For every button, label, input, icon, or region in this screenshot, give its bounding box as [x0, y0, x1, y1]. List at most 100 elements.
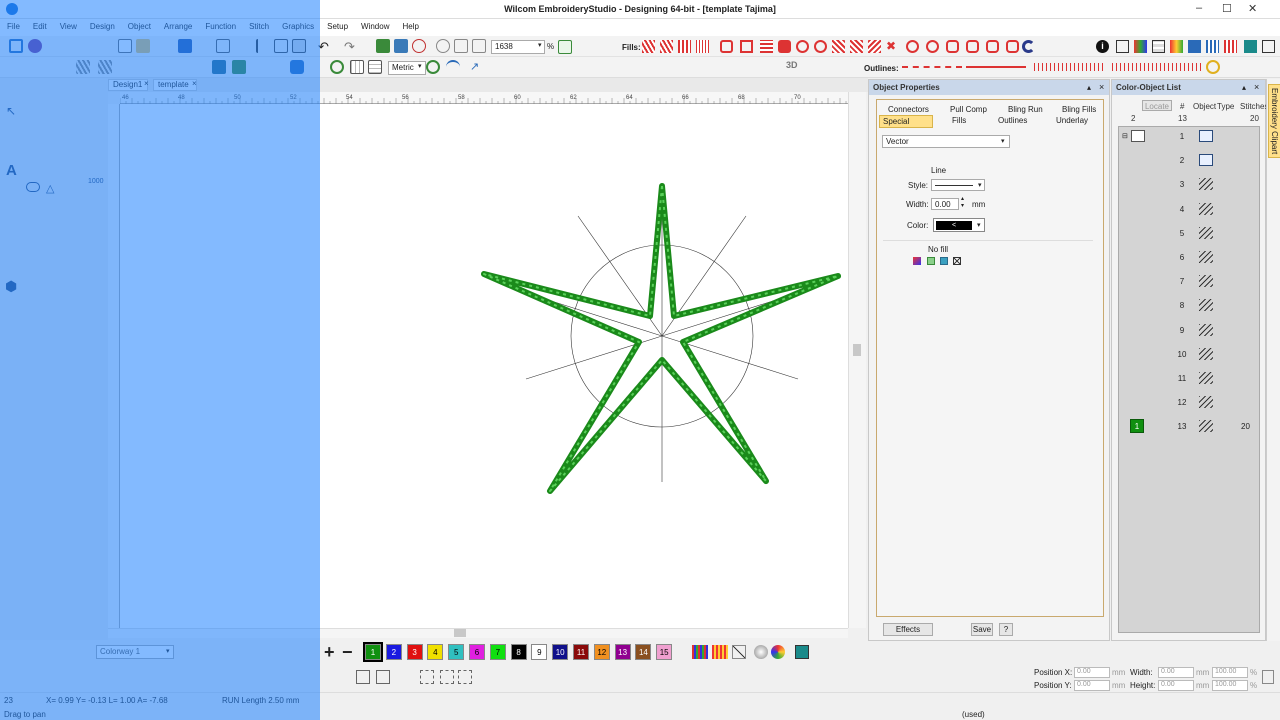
remove-color-icon[interactable]: − — [342, 642, 353, 663]
menu-design[interactable]: Design — [83, 19, 121, 31]
tab-bling-fills[interactable]: Bling Fills — [1059, 104, 1099, 115]
sequence-icon[interactable] — [1170, 40, 1183, 53]
color-swatch-6[interactable]: 6 — [469, 644, 485, 660]
color-wheel-icon[interactable] — [771, 645, 785, 659]
design-canvas[interactable] — [120, 104, 848, 628]
fill-satin-icon[interactable] — [660, 40, 673, 53]
toolbar-more-icon[interactable] — [1262, 40, 1275, 53]
fill-curve-icon[interactable] — [1006, 40, 1019, 53]
color-swatch-14[interactable]: 14 — [635, 644, 652, 660]
object-row-number[interactable]: 7 — [1171, 277, 1193, 286]
menu-help[interactable]: Help — [395, 19, 424, 31]
menu-setup[interactable]: Setup — [320, 19, 354, 31]
outline-more-icon[interactable] — [1206, 60, 1220, 74]
close-tab-template-icon[interactable]: × — [192, 79, 197, 88]
colorway-dropdown-icon[interactable]: ▾ — [166, 647, 170, 655]
thread-chart-icon[interactable] — [1116, 40, 1129, 53]
overview-icon[interactable] — [558, 40, 572, 54]
width-spinner-icon[interactable]: ▴ ▾ — [961, 196, 964, 210]
menu-arrange[interactable]: Arrange — [157, 19, 198, 31]
run-tool-icon[interactable]: 1000 — [88, 178, 104, 185]
space-icon[interactable] — [420, 670, 434, 684]
lock-proportions-icon[interactable] — [1262, 670, 1274, 684]
fill-network-icon[interactable] — [832, 40, 845, 53]
color-object-table[interactable]: ⊟ 1 2 3 4 5 6 7 8 9 10 11 12 13 20 1 — [1118, 126, 1260, 633]
line-style-select[interactable] — [931, 179, 985, 191]
stitch-object-icon[interactable] — [1199, 323, 1213, 336]
menu-edit[interactable]: Edit — [26, 19, 53, 31]
position-x-input[interactable]: 0.00 — [1074, 667, 1110, 678]
hexagon-tool-icon[interactable]: ⬢ — [5, 278, 17, 295]
stitch-object-icon[interactable] — [1199, 299, 1213, 312]
cut-icon[interactable] — [256, 39, 270, 53]
pin-panel-icon[interactable]: ▴ — [1087, 83, 1091, 92]
colorway-select[interactable]: Colorway 1 — [96, 645, 174, 659]
line-color-select[interactable]: < ▾ — [933, 218, 985, 232]
fill-emboss-icon[interactable] — [986, 40, 999, 53]
color-swatch-7[interactable]: 7 — [489, 644, 506, 660]
palette-icon[interactable] — [1134, 40, 1147, 53]
people-icon[interactable] — [1224, 40, 1237, 53]
color-swatch-12[interactable]: 12 — [593, 644, 610, 660]
shirt-icon[interactable] — [290, 60, 304, 74]
line-style-dropdown-icon[interactable]: ▾ — [978, 181, 982, 189]
copy-icon[interactable] — [274, 39, 288, 53]
select-tool-icon[interactable]: ↖ — [6, 104, 16, 118]
stitch-object-icon[interactable] — [1199, 226, 1213, 239]
new-icon[interactable] — [118, 39, 132, 53]
scroll-thumb-horizontal[interactable] — [454, 629, 466, 637]
ungroup-icon[interactable] — [458, 670, 472, 684]
menu-graphics[interactable]: Graphics — [275, 19, 320, 31]
close-panel-icon[interactable]: × — [1099, 82, 1104, 92]
save-button[interactable]: Save — [971, 623, 993, 636]
expand-icon[interactable]: ⊟ — [1122, 132, 1128, 140]
redraw-icon[interactable] — [426, 60, 440, 74]
close-icon[interactable]: ✕ — [1248, 2, 1257, 15]
fill-tatami-icon[interactable] — [642, 40, 655, 53]
bars-icon[interactable] — [1206, 40, 1219, 53]
color-swatch-8[interactable]: 8 — [510, 644, 527, 660]
menu-stitch[interactable]: Stitch — [242, 19, 275, 31]
stitch-object-icon[interactable] — [1199, 251, 1213, 263]
object-row-number[interactable]: 1 — [1171, 132, 1193, 141]
fill-texture-icon[interactable] — [940, 257, 948, 265]
info-icon[interactable]: i — [1096, 40, 1109, 53]
group-thumbnail-icon[interactable] — [1131, 130, 1145, 142]
fill-stipple-icon[interactable] — [868, 40, 881, 53]
triangle-tool-icon[interactable]: △ — [46, 182, 54, 195]
color-swatch-2[interactable]: 2 — [385, 644, 402, 660]
hoop-select-icon[interactable] — [212, 60, 226, 74]
spool-icon[interactable] — [1188, 40, 1201, 53]
effects-button[interactable]: Effects — [883, 623, 933, 636]
align-icon[interactable] — [356, 670, 370, 684]
tab-special[interactable]: Special — [879, 115, 933, 128]
mirror-icon[interactable] — [454, 39, 468, 53]
grid-icon[interactable] — [350, 60, 364, 74]
object-row-number[interactable]: 9 — [1171, 326, 1193, 335]
outline-run-icon[interactable] — [902, 66, 962, 68]
object-type-dropdown-icon[interactable]: ▾ — [1001, 137, 1005, 145]
add-color-icon[interactable]: + — [324, 642, 335, 663]
embroidery-clipart-tab[interactable]: Embroidery Clipart — [1268, 84, 1280, 159]
object-type-select[interactable]: Vector — [882, 135, 1010, 148]
object-row-number[interactable]: 2 — [1171, 156, 1193, 165]
stitch-object-icon[interactable] — [1199, 178, 1213, 191]
color-swatch-3[interactable]: 3 — [406, 644, 423, 660]
color-swatch-9[interactable]: 9 — [531, 644, 548, 660]
text-tool-icon[interactable]: A — [6, 162, 17, 179]
scale-icon[interactable] — [472, 39, 486, 53]
node-icon[interactable]: ↗ — [470, 60, 484, 74]
height-percent-input[interactable]: 100.00 — [1212, 680, 1248, 691]
wilcom-icon[interactable] — [28, 39, 42, 53]
vector-object-icon[interactable] — [1199, 154, 1213, 167]
save-icon[interactable] — [178, 39, 192, 53]
slash-icon[interactable] — [732, 645, 746, 659]
show-3d-icon[interactable]: 3D — [786, 60, 800, 74]
fill-circles-icon[interactable] — [926, 40, 939, 53]
group-icon[interactable] — [440, 670, 454, 684]
object-row-number[interactable]: 6 — [1171, 253, 1193, 262]
outline-bean-icon[interactable] — [1112, 63, 1204, 71]
fill-pattern-swatch-icon[interactable] — [927, 257, 935, 265]
outline-satin-icon[interactable] — [1034, 63, 1104, 71]
stitch-object-icon[interactable] — [1199, 275, 1213, 288]
